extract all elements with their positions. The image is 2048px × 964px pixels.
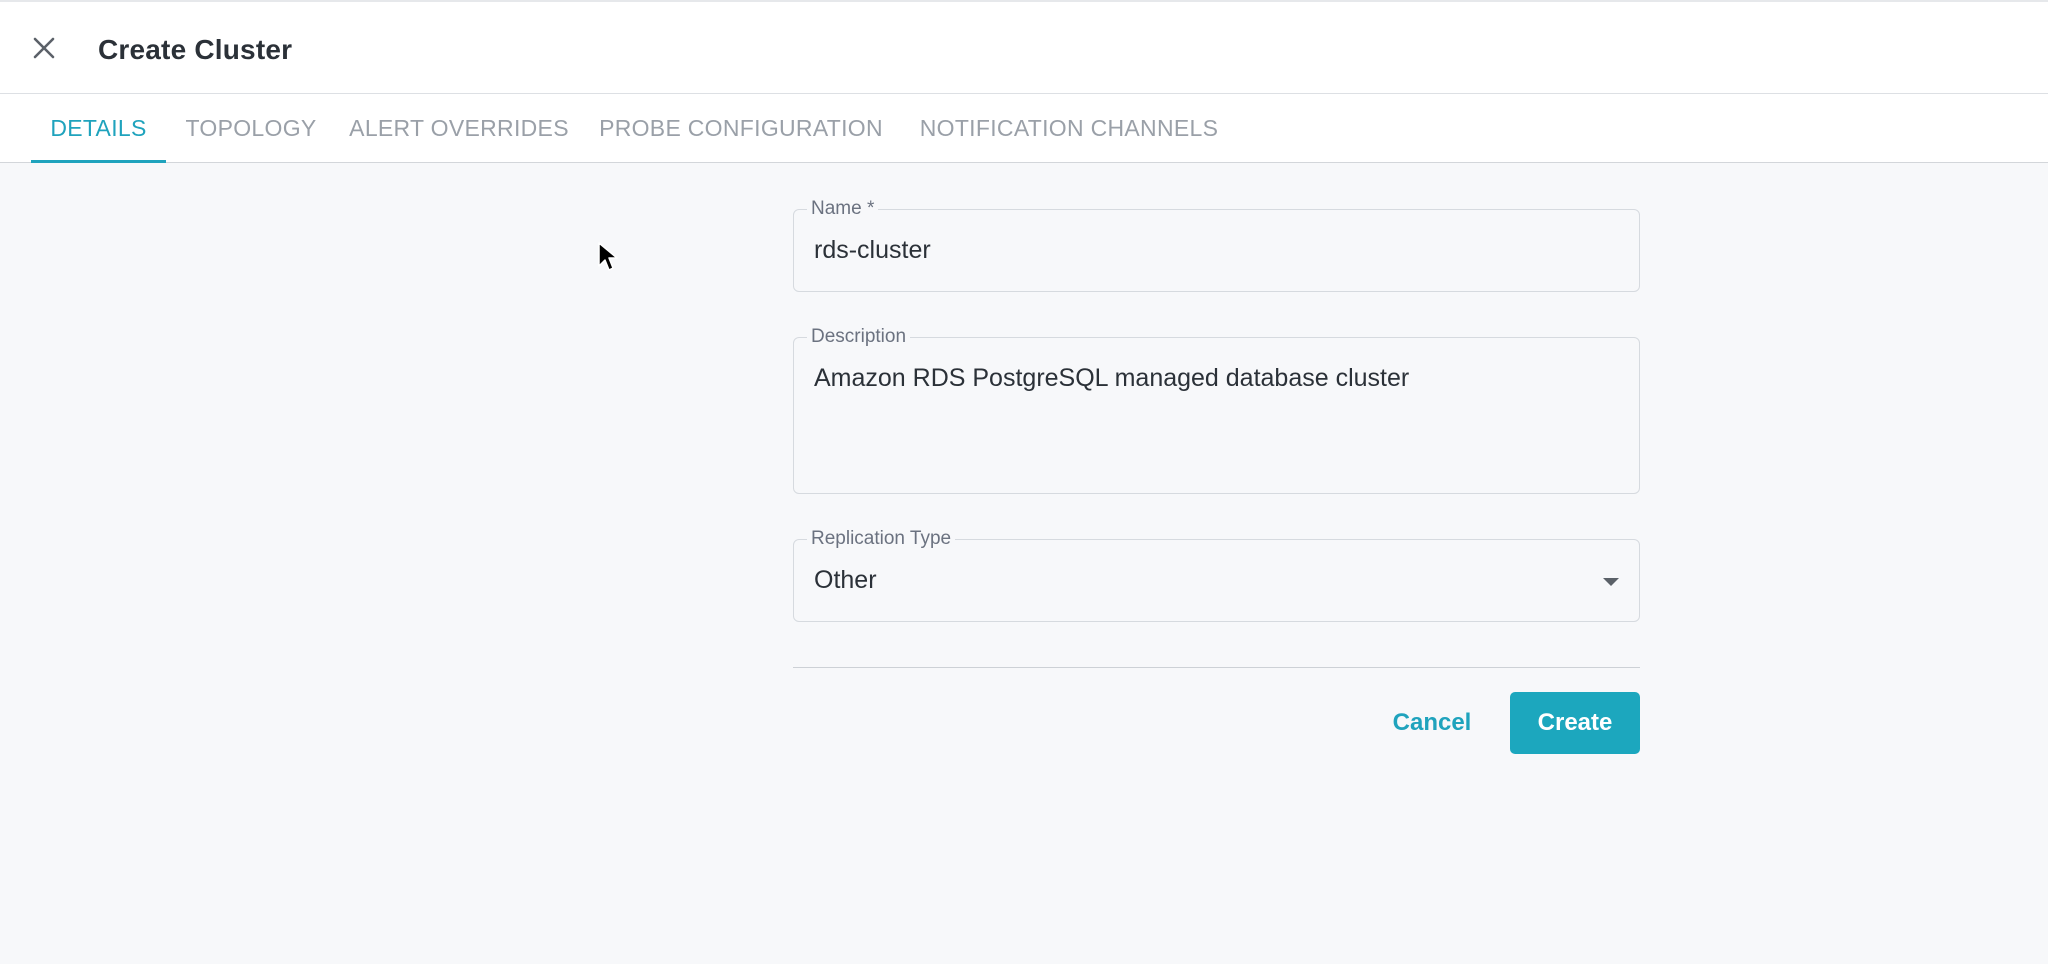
form-divider xyxy=(793,667,1640,668)
tab-details[interactable]: DETAILS xyxy=(31,94,166,163)
description-textarea[interactable]: Amazon RDS PostgreSQL managed database c… xyxy=(814,364,1409,393)
page-title: Create Cluster xyxy=(98,34,293,65)
close-icon xyxy=(33,37,55,59)
replication-type-value: Other xyxy=(814,566,877,594)
replication-type-label: Replication Type xyxy=(807,528,956,550)
name-input[interactable]: rds-cluster xyxy=(814,236,931,265)
tab-probe-configuration[interactable]: PROBE CONFIGURATION xyxy=(596,94,886,162)
tab-notification-channels[interactable]: NOTIFICATION CHANNELS xyxy=(914,94,1224,162)
description-label: Description xyxy=(807,326,911,348)
replication-type-select[interactable]: Replication Type Other xyxy=(793,528,1640,622)
mouse-cursor-icon xyxy=(598,242,618,271)
description-field[interactable]: Description Amazon RDS PostgreSQL manage… xyxy=(793,326,1640,494)
chevron-down-icon[interactable] xyxy=(1603,578,1619,586)
header-bar: Create Cluster xyxy=(0,0,2048,94)
cancel-button[interactable]: Cancel xyxy=(1376,692,1488,754)
name-field[interactable]: Name * rds-cluster xyxy=(793,198,1640,292)
tab-bar: DETAILS TOPOLOGY ALERT OVERRIDES PROBE C… xyxy=(0,94,2048,163)
tab-alert-overrides[interactable]: ALERT OVERRIDES xyxy=(349,94,568,162)
tab-topology[interactable]: TOPOLOGY xyxy=(176,94,326,162)
name-label: Name * xyxy=(807,198,879,220)
create-button[interactable]: Create xyxy=(1510,692,1640,754)
close-button[interactable] xyxy=(24,28,64,68)
